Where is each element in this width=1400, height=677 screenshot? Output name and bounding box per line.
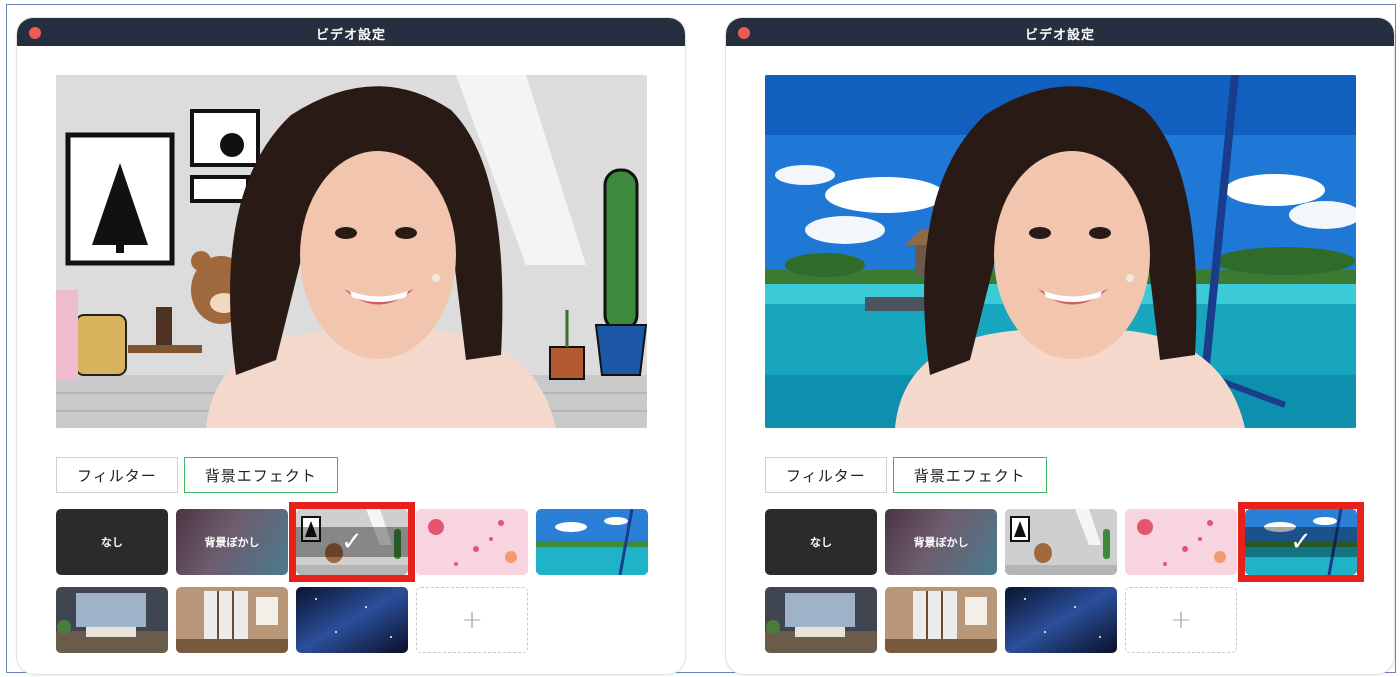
effect-tabs: フィルター 背景エフェクト [765,457,1047,493]
thumbnail-blur[interactable]: 背景ぼかし [885,509,997,575]
video-preview [765,75,1356,428]
thumbnail-beach[interactable]: ✓ [1245,509,1357,575]
add-background-button[interactable]: + [1125,587,1237,653]
checkmark-icon: ✓ [1245,527,1357,557]
window-title: ビデオ設定 [1024,28,1095,43]
thumbnail-blur[interactable]: 背景ぼかし [176,509,288,575]
tab-filter[interactable]: フィルター [765,457,887,493]
thumbnail-space[interactable] [296,587,408,653]
thumbnail-room[interactable] [1005,509,1117,575]
window-title: ビデオ設定 [315,28,386,43]
thumbnail-none[interactable]: なし [56,509,168,575]
thumbnail-beach[interactable] [536,509,648,575]
thumbnail-interior[interactable] [885,587,997,653]
tab-background-effect[interactable]: 背景エフェクト [892,457,1047,493]
thumbnail-none[interactable]: なし [765,509,877,575]
thumbnail-label: 背景ぼかし [913,536,969,549]
thumbnail-label: なし [810,536,832,549]
tab-filter[interactable]: フィルター [56,457,178,493]
title-bar: ビデオ設定 [17,18,685,46]
thumbnail-space[interactable] [1005,587,1117,653]
thumbnail-label: 背景ぼかし [204,536,260,549]
thumbnail-room[interactable]: ✓ [296,509,408,575]
tab-background-effect[interactable]: 背景エフェクト [183,457,338,493]
checkmark-icon: ✓ [296,527,408,557]
plus-icon: + [1170,605,1192,635]
add-background-button[interactable]: + [416,587,528,653]
video-settings-window-left: ビデオ設定 フィルター 背景エフェクト なし 背景ぼかし ✓ + [17,18,685,674]
thumbnail-label: なし [101,536,123,549]
thumbnail-hearts[interactable] [1125,509,1237,575]
video-settings-window-right: ビデオ設定 フィルター 背景エフェクト なし 背景ぼかし ✓ + [726,18,1394,674]
video-preview [56,75,647,428]
thumbnail-interior[interactable] [176,587,288,653]
title-bar: ビデオ設定 [726,18,1394,46]
effect-tabs: フィルター 背景エフェクト [56,457,338,493]
thumbnail-hearts[interactable] [416,509,528,575]
plus-icon: + [461,605,483,635]
thumbnail-office[interactable] [765,587,877,653]
thumbnail-office[interactable] [56,587,168,653]
